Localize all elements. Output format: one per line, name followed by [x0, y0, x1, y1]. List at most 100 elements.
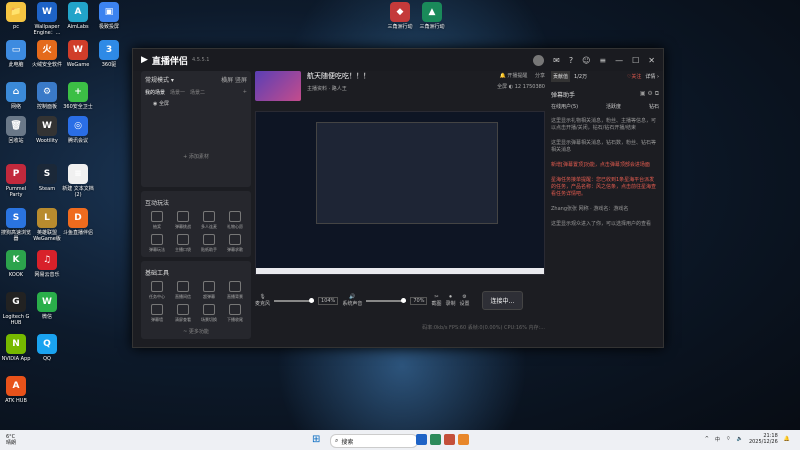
clock[interactable]: 21:18 2025/12/26 — [749, 433, 778, 445]
desktop-icon[interactable]: N NVIDIA App — [0, 334, 32, 362]
tool-button[interactable]: 弹幕玩法 — [145, 234, 169, 253]
desktop-icon[interactable]: W 微信 — [31, 292, 63, 320]
close-icon[interactable]: ✕ — [648, 56, 655, 65]
stream-cover[interactable] — [255, 71, 301, 101]
desktop-icon[interactable]: S Steam — [31, 164, 63, 192]
search-box[interactable]: ⌕ 搜索 — [330, 434, 418, 448]
tool-button[interactable]: 直播背景 — [223, 281, 247, 300]
system-sound-slider[interactable] — [366, 297, 407, 303]
danmu-tool-icons[interactable]: ▣ ⚙ ⧉ — [640, 90, 659, 99]
desktop-icon[interactable]: A ATK HUB — [0, 376, 32, 404]
network-icon[interactable]: ⌔ — [726, 436, 731, 442]
detail-link[interactable]: 详情 › — [645, 73, 659, 80]
desktop-icon[interactable]: +360安全卫士 — [62, 82, 94, 110]
settings-button[interactable]: ⚙ 设置 — [459, 294, 469, 307]
desktop-icon-game-1[interactable]: ◆ 三角洲行动 — [384, 2, 416, 30]
tab-my-scene[interactable]: 我的场景 — [145, 89, 165, 96]
tool-button[interactable]: 场景切换 — [197, 304, 221, 323]
weather-widget[interactable]: 6°C 晴朗 — [6, 434, 16, 446]
mic-button[interactable]: 🎙 麦克风 — [255, 294, 270, 307]
add-source-button[interactable]: + 添加素材 — [145, 153, 247, 160]
desktop-icon[interactable]: 3 360驱 — [93, 40, 125, 68]
fullscreen-button[interactable]: 全屏 — [497, 84, 507, 90]
stream-preview[interactable] — [255, 111, 545, 275]
share-button[interactable]: 分享 — [535, 73, 545, 79]
desktop-icon[interactable]: 📁 pc — [0, 2, 32, 30]
tab-scene-1[interactable]: 场景一 — [170, 89, 185, 96]
stream-category[interactable]: 主播资料 · 路人王 — [307, 85, 370, 92]
add-scene-icon[interactable]: + — [243, 89, 247, 96]
tool-button[interactable]: 直播间信 — [171, 281, 195, 300]
screenshot-button[interactable]: ✂ 截图 — [431, 294, 441, 307]
menu-icon[interactable]: ≡ — [599, 56, 606, 65]
tool-button[interactable]: 弹幕挑战 — [171, 211, 195, 230]
tool-button[interactable]: 弹幕求歌 — [223, 234, 247, 253]
desktop-icon[interactable]: S 搜狗高速浏览器 — [0, 208, 32, 242]
tool-button[interactable]: 礼物心愿 — [223, 211, 247, 230]
mic-volume[interactable]: 104% — [318, 296, 339, 305]
system-sound-button[interactable]: 🔊 系统声音 — [342, 294, 362, 307]
help-icon[interactable]: ? — [569, 56, 573, 65]
taskbar-app-icon[interactable] — [430, 434, 441, 445]
desktop-icon[interactable]: Q QQ — [31, 334, 63, 362]
desktop-icon[interactable]: ♫ 网易云音乐 — [31, 250, 63, 278]
tool-button[interactable]: 下播收尾 — [223, 304, 247, 323]
taskbar-app-icon[interactable] — [416, 434, 427, 445]
desktop-icon[interactable]: W WeGame — [62, 40, 94, 68]
message-icon[interactable]: ✉ — [553, 56, 560, 65]
desktop-icon[interactable]: D 斗鱼直播伴侣 — [62, 208, 94, 236]
volume-icon[interactable]: 🔈 — [737, 436, 743, 442]
tool-button[interactable]: 弹幕墙 — [145, 304, 169, 323]
desktop-icon[interactable]: ⌂ 网络 — [0, 82, 32, 110]
skin-icon[interactable]: ☺ — [582, 56, 590, 65]
contribution-label[interactable]: 贡献值 — [551, 71, 571, 82]
stream-title[interactable]: 航天随便吃吃！！！ — [307, 71, 370, 81]
desktop-icon[interactable]: W Wootility — [31, 116, 63, 144]
desktop-icon[interactable]: P Pummel Party — [0, 164, 32, 198]
desktop-icon[interactable]: ⚙ 控制面板 — [31, 82, 63, 110]
desktop-icon[interactable]: K KOOK — [0, 250, 32, 278]
mode-selector[interactable]: 常规模式 ▾ — [145, 75, 174, 84]
desktop-icon[interactable]: A AimLabs — [62, 2, 94, 30]
desktop-icon[interactable]: ▭ 此电脑 — [0, 40, 32, 68]
desktop-icon[interactable]: L 英雄联盟WeGame版 — [31, 208, 63, 242]
avatar[interactable] — [533, 54, 545, 66]
tool-button[interactable]: 抽奖 — [145, 211, 169, 230]
start-button[interactable]: ⊞ — [312, 435, 322, 445]
tool-button[interactable]: 清屏查看 — [171, 304, 195, 323]
tool-button[interactable]: 任务中心 — [145, 281, 169, 300]
language-indicator[interactable]: 中 — [715, 436, 720, 443]
maximize-icon[interactable]: ☐ — [632, 56, 639, 65]
desktop-icon[interactable]: ▣ 极致投屏 — [93, 2, 125, 30]
tab-activity[interactable]: 活跃度 — [606, 103, 621, 110]
minimize-icon[interactable]: — — [615, 56, 623, 65]
desktop-icon[interactable]: ◎ 腾讯会议 — [62, 116, 94, 144]
tab-online-users[interactable]: 在线用户(5) — [551, 103, 578, 110]
orientation-toggle[interactable]: 横屏 竖屏 — [221, 75, 247, 84]
app-icon: P — [6, 164, 26, 184]
follow-button[interactable]: ♡关注 — [627, 73, 641, 80]
start-live-button[interactable]: 连接中... — [481, 291, 524, 310]
tab-diamond[interactable]: 钻石 — [649, 103, 659, 110]
more-features-button[interactable]: ~ 更多功能 — [145, 328, 247, 335]
desktop-icon[interactable]: G Logitech G HUB — [0, 292, 32, 326]
tool-button[interactable]: 贴纸助手 — [197, 234, 221, 253]
record-button[interactable]: ⏺ 录制 — [445, 294, 455, 307]
desktop-icon[interactable]: 🗑 回收站 — [0, 116, 32, 144]
taskbar-app-icon[interactable] — [458, 434, 469, 445]
tool-button[interactable]: 主播口袋 — [171, 234, 195, 253]
desktop-icon[interactable]: ≡ 新建 文本文档 (2) — [62, 164, 94, 198]
source-item[interactable]: ◉ 全屏 — [153, 100, 247, 107]
tool-button[interactable]: 超弹幕 — [197, 281, 221, 300]
desktop-icon[interactable]: W Wallpaper Engine：... — [31, 2, 63, 36]
desktop-icon[interactable]: 火火绒安全软件 — [31, 40, 63, 68]
mic-slider[interactable] — [274, 297, 315, 303]
live-notice-button[interactable]: 开播提醒 — [507, 73, 527, 79]
tool-button[interactable]: 多人连麦 — [197, 211, 221, 230]
notification-icon[interactable]: 🔔 — [784, 436, 790, 442]
taskbar-app-icon[interactable] — [444, 434, 455, 445]
chevron-up-icon[interactable]: ^ — [705, 436, 709, 442]
system-sound-volume[interactable]: 70% — [410, 296, 428, 305]
tab-scene-2[interactable]: 场景二 — [190, 89, 205, 96]
desktop-icon-game-2[interactable]: ▲ 三角洲行动 — [416, 2, 448, 30]
